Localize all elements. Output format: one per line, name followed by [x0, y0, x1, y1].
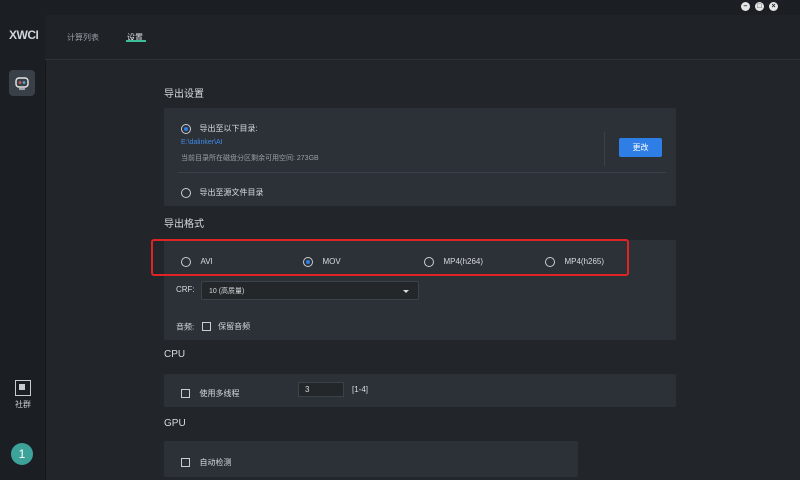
radio-export-dir[interactable]: 导出至以下目录:: [181, 120, 258, 138]
format-highlight-box: [151, 239, 629, 276]
community-label: 社群: [15, 400, 31, 409]
cpu-title: CPU: [164, 349, 186, 360]
multithread-label: 使用多线程: [199, 389, 240, 399]
gpu-title: GPU: [164, 418, 186, 429]
audio-row: 音频: 保留音频: [176, 318, 250, 336]
radio-icon: [181, 187, 191, 198]
close-icon[interactable]: ×: [769, 2, 778, 11]
divider: [178, 172, 666, 173]
crf-select-value: 10 (高质量): [209, 288, 245, 295]
maximize-icon[interactable]: □: [755, 2, 764, 11]
export-settings-title: 导出设置: [164, 89, 204, 100]
minimize-icon[interactable]: –: [741, 2, 750, 11]
checkbox-icon: [201, 322, 211, 332]
sidebar-item-community[interactable]: 社群: [8, 380, 38, 410]
title-bar: – □ ×: [45, 0, 800, 15]
divider: [604, 132, 605, 166]
disk-space-info: 当前目录所在磁盘分区剩余可用空间: 273GB: [181, 155, 319, 162]
radio-export-source[interactable]: 导出至源文件目录: [181, 184, 263, 202]
radio-export-dir-label: 导出至以下目录:: [199, 124, 258, 134]
robot-icon: [15, 77, 29, 90]
sidebar: XWCI 社群 1: [0, 0, 46, 480]
sidebar-item-compute[interactable]: [9, 70, 35, 96]
audio-label: 音频:: [176, 322, 195, 332]
avatar[interactable]: 1: [11, 443, 33, 465]
checkbox-icon: [181, 458, 190, 468]
gpu-panel: 自动检测: [164, 441, 578, 477]
thread-count-value: 3: [305, 385, 310, 394]
thread-count-input[interactable]: 3: [298, 382, 344, 397]
radio-export-source-label: 导出至源文件目录: [199, 188, 264, 198]
qrcode-icon: [15, 380, 31, 396]
active-tab-indicator: [126, 40, 146, 42]
top-nav: 计算列表 设置: [45, 15, 800, 60]
auto-detect-checkbox[interactable]: 自动检测: [181, 454, 231, 472]
crf-label: CRF:: [176, 285, 195, 294]
radio-icon: [181, 123, 191, 134]
thread-range: [1-4]: [352, 385, 369, 394]
auto-detect-label: 自动检测: [199, 458, 232, 468]
export-settings-panel: 导出至以下目录: E:\dalinker\AI 当前目录所在磁盘分区剩余可用空间…: [164, 108, 676, 206]
app-logo: XWCI: [9, 28, 39, 42]
change-dir-button[interactable]: 更改: [619, 138, 662, 157]
tab-compute-list[interactable]: 计算列表: [67, 32, 99, 43]
keep-audio-checkbox[interactable]: 保留音频: [199, 318, 250, 335]
multithread-checkbox[interactable]: 使用多线程: [181, 385, 239, 403]
export-format-title: 导出格式: [164, 219, 204, 230]
keep-audio-label: 保留音频: [218, 322, 251, 332]
chevron-down-icon: [403, 290, 409, 293]
dir-path[interactable]: E:\dalinker\AI: [181, 139, 223, 146]
crf-select[interactable]: 10 (高质量): [201, 281, 419, 300]
cpu-panel: 使用多线程 3 [1-4]: [164, 374, 676, 407]
checkbox-icon: [181, 389, 190, 399]
